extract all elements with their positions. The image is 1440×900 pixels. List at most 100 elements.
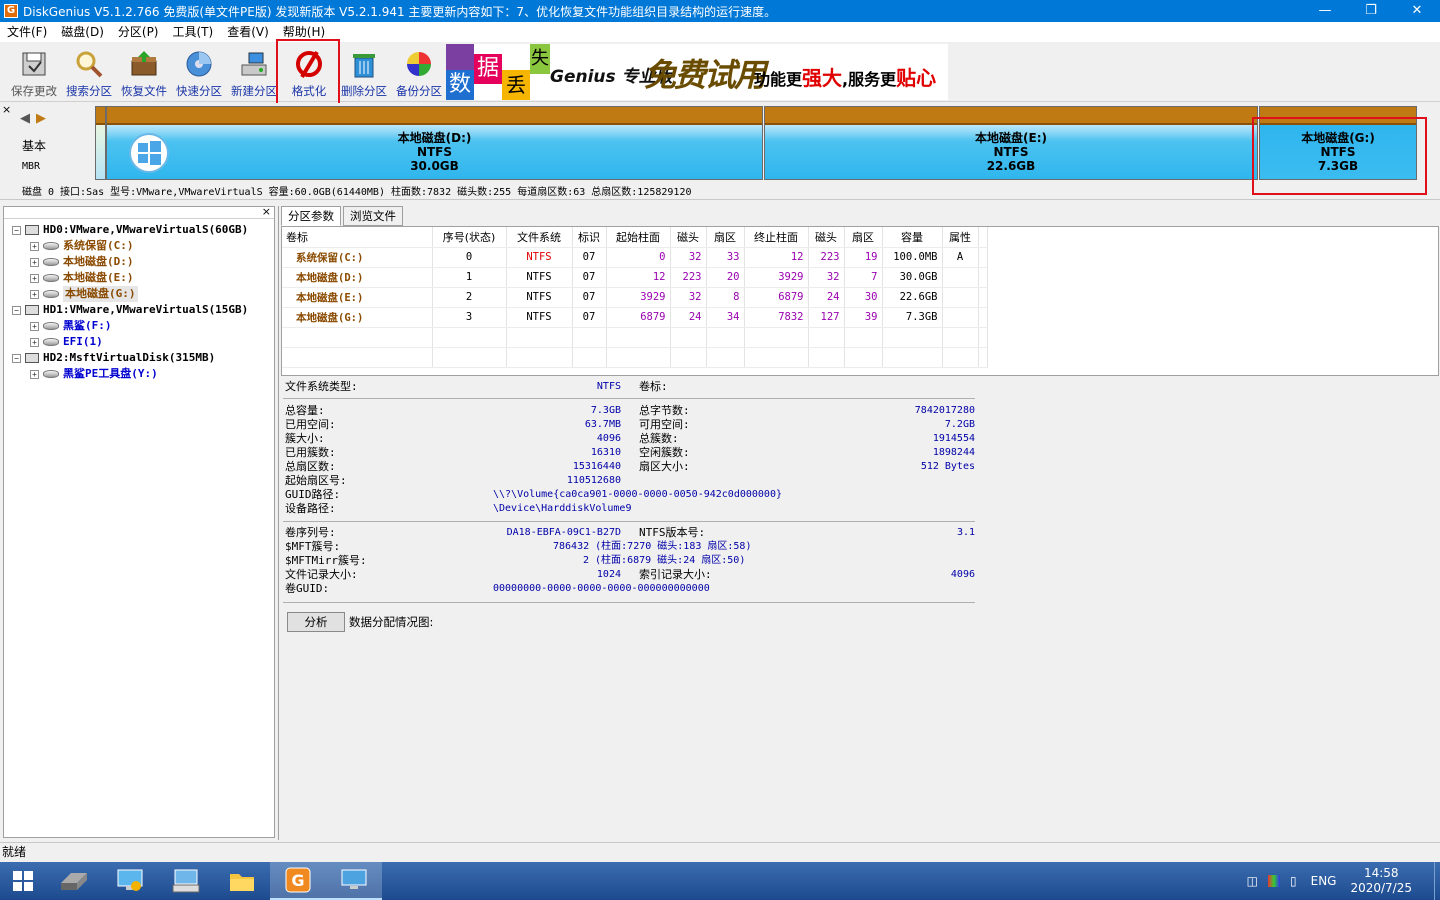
table-cell: 3929 [744, 267, 809, 288]
new-partition-button[interactable]: 新建分区 [226, 46, 282, 100]
tree-item-label: HD0:VMware,VMwareVirtualS(60GB) [43, 223, 249, 236]
table-row[interactable]: 本地磁盘(G:) 3 NTFS 07 6879 24 34 7832 127 39 7.3GB [282, 307, 988, 328]
tree-disk-item[interactable]: − HD2:MsftVirtualDisk(315MB) [12, 350, 215, 366]
recover-box-icon [128, 48, 160, 80]
close-button[interactable]: ✕ [1394, 0, 1440, 22]
next-disk-arrow-icon[interactable]: ▶ [36, 111, 46, 126]
column-header[interactable]: 磁头 [808, 227, 845, 248]
format-highlight-box [276, 39, 340, 105]
language-indicator[interactable]: ENG [1311, 874, 1337, 888]
disk-info-line: 磁盘 0 接口:Sas 型号:VMware,VMwareVirtualS 容量:… [22, 187, 692, 198]
tree-partition-item[interactable]: + EFI(1) [30, 334, 103, 350]
start-button[interactable] [0, 862, 46, 900]
column-header[interactable]: 起始柱面 [606, 227, 671, 248]
expand-toggle-icon[interactable]: − [12, 305, 21, 315]
close-icon[interactable]: × [2, 103, 11, 116]
expand-toggle-icon[interactable]: + [30, 369, 39, 379]
tree-partition-item[interactable]: + 黑鲨PE工具盘(Y:) [30, 366, 158, 382]
taskbar-remote-app[interactable] [326, 862, 382, 900]
column-header[interactable]: 扇区 [706, 227, 745, 248]
table-cell: 1 [432, 267, 507, 288]
keyboard-icon [172, 869, 200, 893]
prev-disk-arrow-icon[interactable]: ◀ [20, 111, 30, 126]
clock[interactable]: 14:58 2020/7/25 [1350, 866, 1412, 896]
tab-browse-files[interactable]: 浏览文件 [343, 206, 403, 226]
delete-partition-button[interactable]: 删除分区 [336, 46, 392, 100]
color-settings-icon[interactable] [1268, 875, 1280, 887]
taskbar-computer-app[interactable] [102, 862, 158, 900]
expand-toggle-icon[interactable]: + [30, 241, 39, 251]
column-header[interactable]: 卷标 [282, 227, 433, 248]
minimize-button[interactable]: — [1302, 0, 1348, 22]
tree-item-label: 系统保留(C:) [63, 239, 134, 252]
network-icon[interactable]: ◫ [1247, 874, 1258, 888]
table-cell: 3 [432, 307, 507, 328]
taskbar-drive-app[interactable] [46, 862, 102, 900]
taskbar: G ◫ ▯ ENG 14:58 2020/7/25 [0, 862, 1440, 900]
quick-partition-button[interactable]: 快速分区 [171, 46, 227, 100]
column-header[interactable]: 扇区 [844, 227, 883, 248]
expand-toggle-icon[interactable]: − [12, 225, 21, 235]
partition-block-e[interactable]: 本地磁盘(E:) NTFS 22.6GB [764, 106, 1258, 180]
recover-files-button[interactable]: 恢复文件 [116, 46, 172, 100]
partition-icon [43, 370, 59, 378]
tree-disk-item[interactable]: − HD0:VMware,VMwareVirtualS(60GB) [12, 222, 248, 238]
tree-item-label: HD1:VMware,VMwareVirtualS(15GB) [43, 303, 249, 316]
backup-partition-button[interactable]: 备份分区 [391, 46, 447, 100]
search-partition-button[interactable]: 搜索分区 [61, 46, 117, 100]
column-header[interactable]: 属性 [942, 227, 979, 248]
partition-icon [43, 290, 59, 298]
menu-partition[interactable]: 分区(P) [111, 22, 166, 42]
diskgenius-icon: G [285, 867, 311, 893]
column-header[interactable]: 序号(状态) [432, 227, 507, 248]
tree-partition-item[interactable]: + 系统保留(C:) [30, 238, 134, 254]
tree-partition-item[interactable]: + 本地磁盘(E:) [30, 270, 134, 286]
tree-partition-item[interactable]: + 本地磁盘(D:) [30, 254, 134, 270]
trash-icon [348, 48, 380, 80]
expand-toggle-icon[interactable]: − [12, 353, 21, 363]
table-cell: 32 [670, 287, 707, 308]
panel-close-icon[interactable]: × [262, 205, 271, 218]
tab-partition-params[interactable]: 分区参数 [281, 206, 341, 226]
taskbar-diskgenius-app[interactable]: G [270, 862, 326, 900]
taskbar-keyboard-app[interactable] [158, 862, 214, 900]
analyze-button[interactable]: 分析 [287, 612, 345, 632]
table-row[interactable]: 本地磁盘(D:) 1 NTFS 07 12 223 20 3929 32 7 30.0GB [282, 267, 988, 288]
column-header[interactable]: 标识 [572, 227, 607, 248]
menu-tools[interactable]: 工具(T) [166, 22, 221, 42]
column-header[interactable]: 文件系统 [506, 227, 573, 248]
tree-item-label: 本地磁盘(G:) [63, 286, 138, 302]
restore-button[interactable]: ❐ [1348, 0, 1394, 22]
partition-g-highlight-box [1252, 117, 1427, 195]
table-row[interactable]: 本地磁盘(E:) 2 NTFS 07 3929 32 8 6879 24 30 22.6GB [282, 287, 988, 308]
menu-disk[interactable]: 磁盘(D) [54, 22, 111, 42]
column-header[interactable]: 磁头 [670, 227, 707, 248]
column-header[interactable]: 终止柱面 [744, 227, 809, 248]
table-cell: 3929 [606, 287, 671, 308]
partition-block-system-reserved[interactable] [95, 106, 106, 180]
column-header[interactable]: 容量 [882, 227, 943, 248]
table-row[interactable]: 系统保留(C:) 0 NTFS 07 0 32 33 12 223 19 100.0MB A [282, 247, 988, 268]
expand-toggle-icon[interactable]: + [30, 257, 39, 267]
partition-scheme-label: MBR [22, 161, 41, 172]
expand-toggle-icon[interactable]: + [30, 337, 39, 347]
expand-toggle-icon[interactable]: + [30, 289, 39, 299]
tree-partition-item[interactable]: + 本地磁盘(G:) [30, 286, 138, 302]
partition-label-cell: 本地磁盘(D:) [282, 267, 433, 288]
tree-disk-item[interactable]: − HD1:VMware,VMwareVirtualS(15GB) [12, 302, 248, 318]
expand-toggle-icon[interactable]: + [30, 321, 39, 331]
taskbar-explorer-app[interactable] [214, 862, 270, 900]
save-changes-button[interactable]: 保存更改 [6, 46, 62, 100]
tree-item-label: HD2:MsftVirtualDisk(315MB) [43, 351, 216, 364]
table-cell: NTFS [506, 307, 573, 328]
windows-start-icon [13, 871, 33, 891]
ad-banner[interactable]: 数 据 丢 失 Genius 专业版 免费试用 功能更强大,服务更贴心 [446, 44, 948, 100]
expand-toggle-icon[interactable]: + [30, 273, 39, 283]
table-cell: 32 [670, 247, 707, 268]
menu-file[interactable]: 文件(F) [0, 22, 54, 42]
partition-block-d[interactable]: 本地磁盘(D:) NTFS 30.0GB [106, 106, 763, 180]
usb-icon[interactable]: ▯ [1290, 874, 1297, 888]
menu-view[interactable]: 查看(V) [220, 22, 276, 42]
tree-partition-item[interactable]: + 黑鲨(F:) [30, 318, 112, 334]
disk-icon [25, 353, 39, 363]
